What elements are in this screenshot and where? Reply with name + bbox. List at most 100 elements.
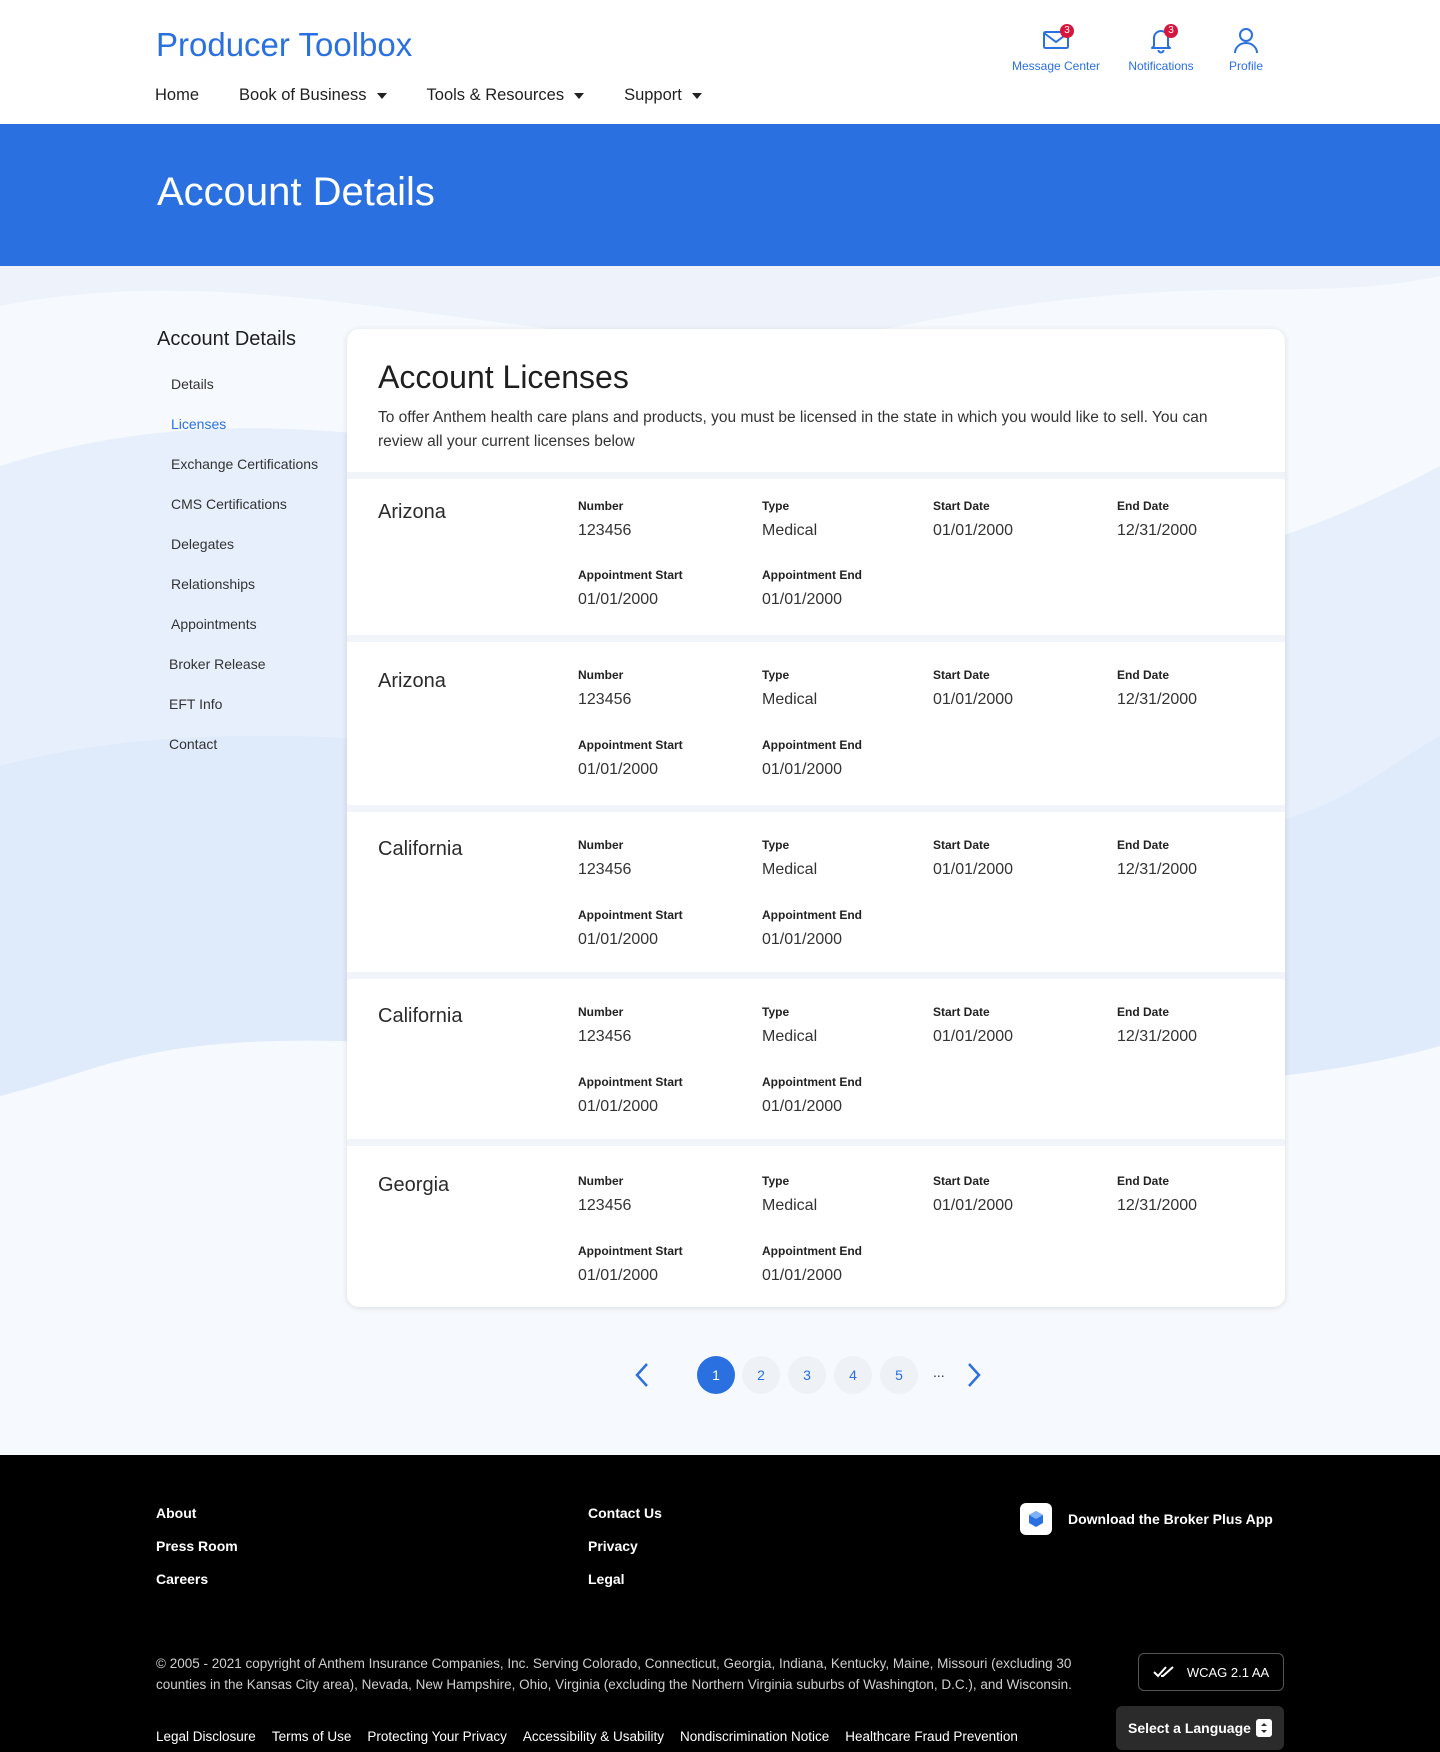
profile-button[interactable]: Profile [1212,24,1280,73]
field-label: Number [578,1005,624,1019]
site-footer: About Press Room Careers Contact Us Priv… [0,1455,1440,1752]
side-nav-item-cms-certifications[interactable]: CMS Certifications [157,493,347,533]
field-label: End Date [1117,1005,1170,1019]
field-value: 123456 [578,691,632,708]
side-nav-item-eft-info[interactable]: EFT Info [157,693,347,733]
license-end-date: End Date 12/31/2000 [1117,1174,1197,1215]
license-number: Number 123456 [578,499,631,540]
footer-link-contact-us[interactable]: Contact Us [588,1505,662,1521]
side-nav-list: Details Licenses Exchange Certifications… [157,373,347,773]
field-label: Appointment Start [578,738,683,752]
field-value: Medical [762,861,818,878]
license-end-date: End Date 12/31/2000 [1117,838,1197,879]
footer-link-about[interactable]: About [156,1505,238,1521]
field-value: 12/31/2000 [1117,691,1198,708]
footer-link-press-room[interactable]: Press Room [156,1538,238,1554]
field-label: Type [762,1005,790,1019]
app-icon [1020,1503,1052,1535]
field-value: 123456 [578,522,632,539]
field-value: 01/01/2000 [933,522,1014,539]
side-nav: Account Details Details Licenses Exchang… [157,328,347,773]
field-label: Type [762,668,790,682]
field-label: Appointment Start [578,568,683,582]
chevron-right-icon[interactable] [960,1362,986,1388]
field-label: Type [762,838,790,852]
side-nav-item-contact[interactable]: Contact [157,733,347,773]
license-number: Number 123456 [578,1174,631,1215]
page-button-1[interactable]: 1 [697,1356,735,1394]
field-value: 01/01/2000 [933,1197,1014,1214]
license-row: California Number 123456 Type Medical Star… [347,972,1285,1142]
side-nav-item-details[interactable]: Details [157,373,347,413]
double-check-icon [1153,1666,1174,1678]
page-title: Account Details [157,170,435,214]
field-label: Appointment Start [578,1244,683,1258]
field-value: Medical [762,1197,818,1214]
field-value: 123456 [578,1028,632,1045]
license-number: Number 123456 [578,1005,631,1046]
nav-tools-resources[interactable]: Tools & Resources [427,86,585,105]
legal-link-privacy[interactable]: Protecting Your Privacy [367,1729,507,1744]
field-value: 123456 [578,1197,632,1214]
nav-book-of-business[interactable]: Book of Business [239,86,387,105]
legal-link-accessibility[interactable]: Accessibility & Usability [523,1729,664,1744]
notifications-button[interactable]: 3 Notifications [1115,24,1207,73]
license-type: Type Medical [762,1005,817,1046]
footer-col-2: Contact Us Privacy Legal [588,1505,662,1604]
field-label: Start Date [933,499,990,513]
side-nav-item-delegates[interactable]: Delegates [157,533,347,573]
field-label: Appointment End [762,568,862,582]
wcag-badge[interactable]: WCAG 2.1 AA [1138,1653,1284,1691]
footer-link-careers[interactable]: Careers [156,1571,238,1587]
caret-down-icon [376,92,387,99]
license-state: California [378,838,463,860]
field-label: Start Date [933,838,990,852]
field-value: 01/01/2000 [762,761,843,778]
user-icon [1234,28,1258,54]
footer-col-1: About Press Room Careers [156,1505,238,1604]
side-nav-item-licenses[interactable]: Licenses [157,413,347,453]
nav-support-label: Support [624,86,682,104]
legal-link-fraud[interactable]: Healthcare Fraud Prevention [845,1729,1018,1744]
download-app-link[interactable]: Download the Broker Plus App [1020,1503,1273,1535]
page-button-4[interactable]: 4 [834,1356,872,1394]
field-label: Type [762,499,790,513]
license-start-date: Start Date 01/01/2000 [933,499,1013,540]
legal-link-nondiscrimination[interactable]: Nondiscrimination Notice [680,1729,829,1744]
footer-link-privacy[interactable]: Privacy [588,1538,662,1554]
side-nav-item-appointments[interactable]: Appointments [157,613,347,653]
page-hero: Account Details [0,124,1440,266]
side-nav-item-exchange-certifications[interactable]: Exchange Certifications [157,453,347,493]
license-number: Number 123456 [578,838,631,879]
message-center-button[interactable]: 3 Message Center [1000,24,1112,73]
message-badge: 3 [1060,24,1074,38]
page-button-2[interactable]: 2 [742,1356,780,1394]
page-button-5[interactable]: 5 [880,1356,918,1394]
brand-logo[interactable]: Producer Toolbox [156,26,412,64]
license-appointment-end: Appointment End 01/01/2000 [762,1075,862,1116]
chevron-left-icon[interactable] [630,1362,656,1388]
footer-link-legal[interactable]: Legal [588,1571,662,1587]
side-nav-item-broker-release[interactable]: Broker Release [157,653,347,693]
field-label: Number [578,499,624,513]
page-ellipsis: ... [933,1364,945,1380]
field-value: 01/01/2000 [578,931,659,948]
language-select[interactable]: Select a Language [1116,1706,1284,1750]
notifications-badge: 3 [1164,24,1178,38]
page-button-3[interactable]: 3 [788,1356,826,1394]
profile-label: Profile [1228,59,1263,73]
license-row: California Number 123456 Type Medical Star… [347,805,1285,975]
field-label: End Date [1117,838,1170,852]
legal-link-terms[interactable]: Terms of Use [272,1729,352,1744]
license-type: Type Medical [762,838,817,879]
nav-home[interactable]: Home [155,86,199,105]
license-state: Georgia [378,1174,450,1196]
nav-support[interactable]: Support [624,86,702,105]
legal-link-disclosure[interactable]: Legal Disclosure [156,1729,256,1744]
field-label: End Date [1117,1174,1170,1188]
side-nav-item-relationships[interactable]: Relationships [157,573,347,613]
nav-book-of-business-label: Book of Business [239,86,367,104]
license-appointment-start: Appointment Start 01/01/2000 [578,1244,683,1285]
license-row: Arizona Number 123456 Type Medical Start D… [347,472,1285,629]
field-label: Number [578,838,624,852]
